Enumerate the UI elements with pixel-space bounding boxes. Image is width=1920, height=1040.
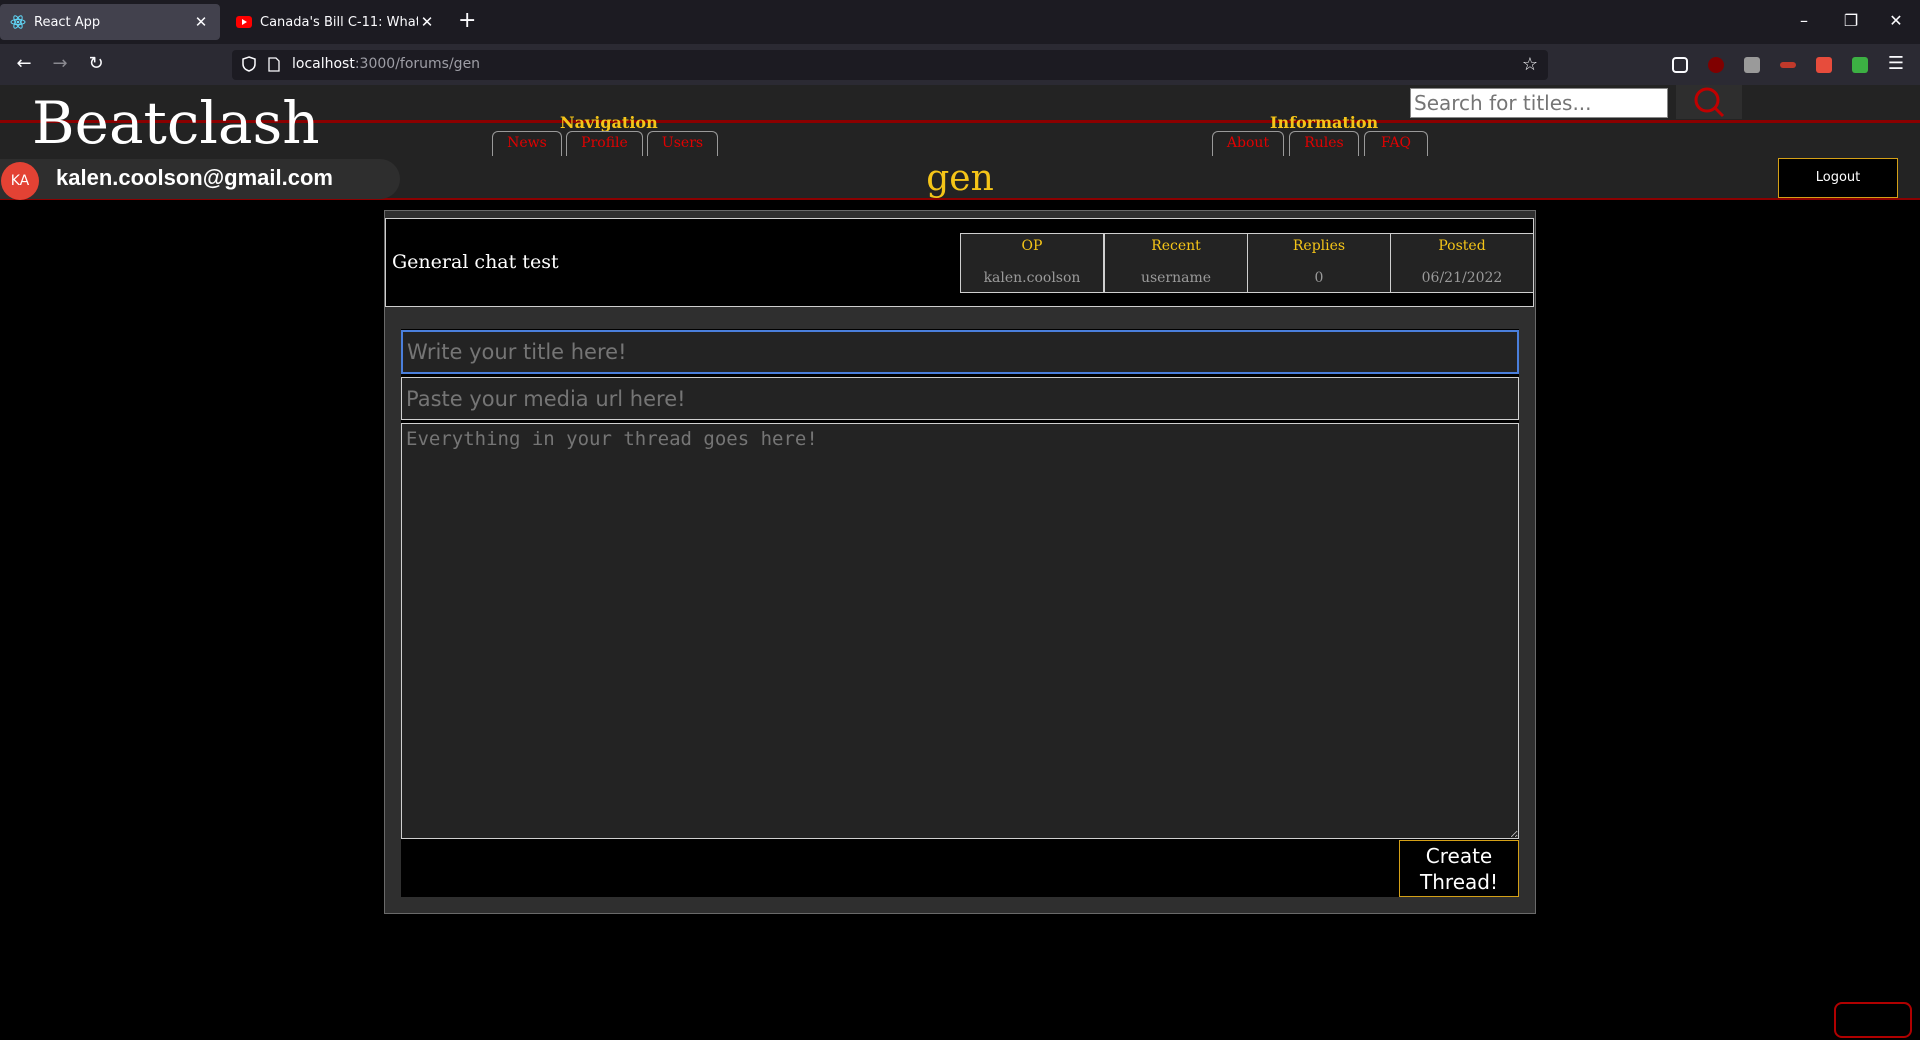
thread-title-input[interactable]: [401, 330, 1519, 374]
address-bar[interactable]: localhost:3000/forums/gen ☆: [232, 50, 1548, 80]
extension-icon[interactable]: [1780, 62, 1796, 68]
replies-value: 0: [1314, 270, 1324, 286]
ublock-icon[interactable]: [1708, 57, 1724, 73]
chat-widget-icon[interactable]: [1834, 1002, 1912, 1038]
close-tab-icon[interactable]: ✕: [192, 13, 210, 31]
restore-icon[interactable]: ❐: [1841, 11, 1861, 30]
logout-button[interactable]: Logout: [1778, 158, 1898, 198]
menu-icon[interactable]: ☰: [1884, 52, 1908, 76]
browser-tab-bar: React App ✕ Canada's Bill C-11: What it …: [0, 0, 1920, 44]
nav-tab-about[interactable]: About: [1212, 131, 1284, 156]
nav-tab-faq[interactable]: FAQ: [1364, 131, 1428, 156]
thread-recent-cell: Recent username: [1104, 233, 1248, 293]
bookmark-star-icon[interactable]: ☆: [1522, 54, 1538, 75]
thread-body-textarea[interactable]: [401, 423, 1519, 839]
tab-title: React App: [34, 14, 101, 30]
forward-icon[interactable]: →: [48, 52, 72, 76]
navigation-title: Navigation: [560, 113, 658, 132]
tab-title: Canada's Bill C-11: What it coul: [260, 14, 418, 30]
url-path: :3000/forums/gen: [354, 56, 481, 72]
back-icon[interactable]: ←: [12, 52, 36, 76]
minimize-icon[interactable]: –: [1794, 11, 1814, 30]
youtube-icon: [236, 14, 252, 30]
shield-icon[interactable]: [242, 56, 256, 76]
url-host: localhost: [292, 56, 355, 72]
nav-tab-rules[interactable]: Rules: [1289, 131, 1359, 156]
nav-tab-profile[interactable]: Profile: [566, 131, 643, 156]
create-thread-button[interactable]: Create Thread!: [1399, 840, 1519, 897]
page-icon: [268, 57, 280, 76]
browser-nav-bar: ← → ↻ localhost:3000/forums/gen ☆ ☰: [0, 44, 1920, 85]
posted-value: 06/21/2022: [1421, 270, 1503, 286]
extension-icon[interactable]: [1852, 57, 1868, 73]
url-text: localhost:3000/forums/gen: [292, 56, 480, 72]
close-tab-icon[interactable]: ✕: [418, 13, 436, 31]
pocket-icon[interactable]: [1672, 57, 1688, 73]
media-url-input[interactable]: [401, 377, 1519, 420]
extension-icon[interactable]: [1744, 57, 1760, 73]
tab-youtube[interactable]: Canada's Bill C-11: What it coul ✕: [226, 4, 446, 40]
search-input[interactable]: [1410, 88, 1668, 118]
site-logo[interactable]: Beatclash: [32, 91, 320, 155]
close-window-icon[interactable]: ✕: [1886, 11, 1906, 30]
nav-tab-news[interactable]: News: [492, 131, 562, 156]
forum-title: gen: [926, 158, 994, 199]
thread-title[interactable]: General chat test: [392, 251, 559, 273]
new-tab-icon[interactable]: +: [458, 10, 476, 32]
replies-header: Replies: [1292, 238, 1346, 254]
reload-icon[interactable]: ↻: [84, 52, 108, 76]
thread-posted-cell: Posted 06/21/2022: [1390, 233, 1534, 293]
react-icon: [10, 14, 26, 30]
extension-icon[interactable]: [1816, 57, 1832, 73]
thread-op-cell: OP kalen.coolson: [960, 233, 1104, 293]
thread-replies-cell: Replies 0: [1247, 233, 1391, 293]
search-icon: [1694, 87, 1725, 118]
op-value: kalen.coolson: [983, 270, 1081, 286]
page-footer: [0, 958, 1920, 1040]
tab-react-app[interactable]: React App ✕: [0, 4, 220, 40]
posted-header: Posted: [1438, 238, 1486, 254]
information-title: Information: [1270, 113, 1379, 132]
op-header: OP: [1021, 238, 1043, 254]
recent-header: Recent: [1151, 238, 1201, 254]
search-button[interactable]: [1676, 85, 1742, 119]
nav-tab-users[interactable]: Users: [647, 131, 718, 156]
recent-value: username: [1140, 270, 1212, 286]
